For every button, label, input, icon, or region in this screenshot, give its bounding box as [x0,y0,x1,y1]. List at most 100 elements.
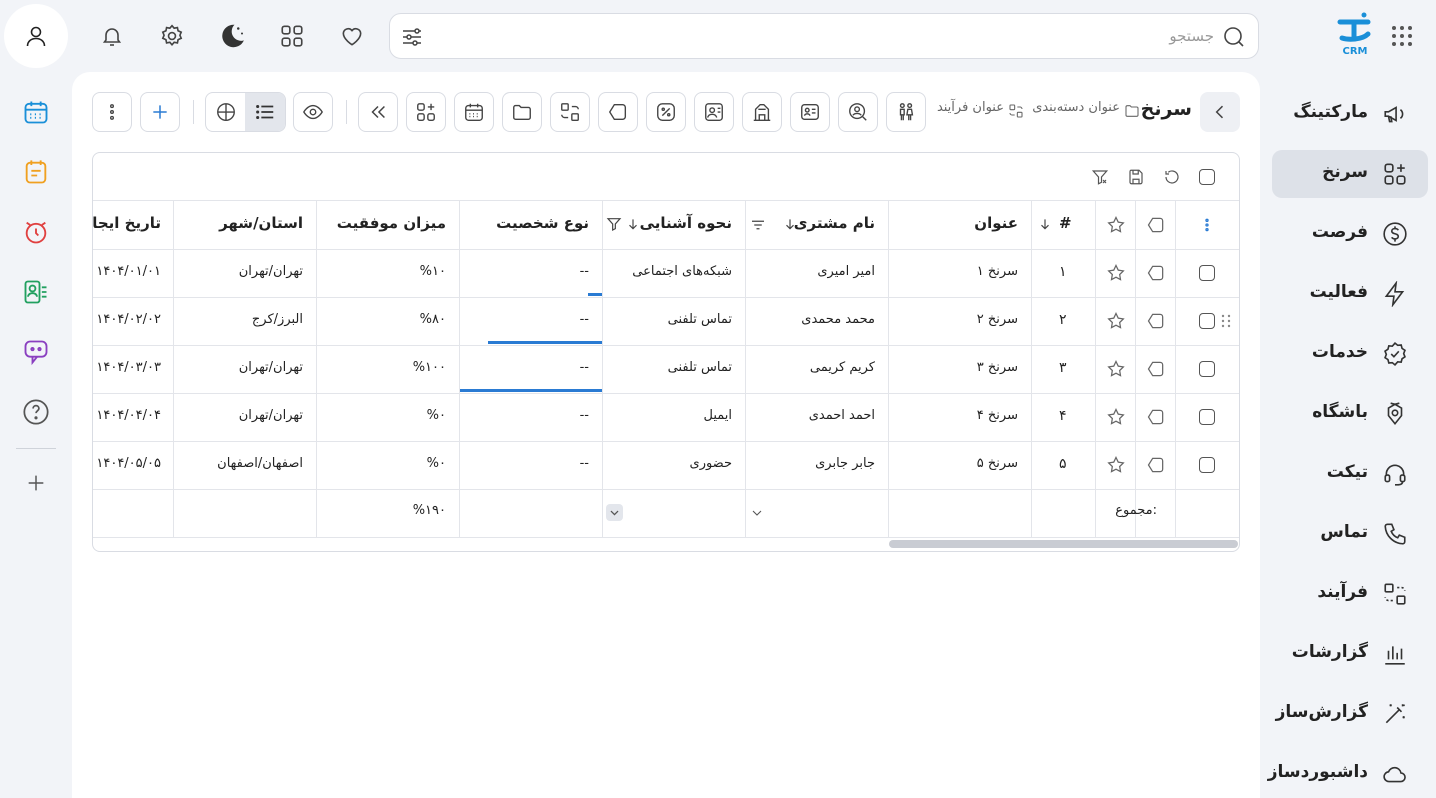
cell-customer[interactable]: جابر جابری [815,456,875,471]
people-icon [899,103,914,121]
add-lead-button[interactable] [140,92,180,132]
headset-icon [1384,464,1406,486]
expand-toolbar-button[interactable] [358,92,398,132]
sidebar-item-7[interactable]: تماس [1272,510,1428,558]
cell-customer[interactable]: امیر امیری [817,264,875,279]
more-options-button[interactable] [92,92,132,132]
tag-header-icon[interactable] [1146,215,1166,235]
refresh-icon[interactable] [1163,168,1181,186]
chevron-down-icon[interactable] [749,505,765,521]
folder-button[interactable] [502,92,542,132]
user-list-button[interactable] [694,92,734,132]
aggregate-dropdown[interactable] [606,504,623,521]
heart-icon[interactable] [338,22,366,50]
sidebar-item-10[interactable]: گزارش‌ساز [1272,690,1428,738]
filter-lines-icon[interactable] [749,216,767,234]
tag-button[interactable] [598,92,638,132]
theme-toggle-moon-icon[interactable] [216,20,248,52]
clear-filter-icon[interactable] [1091,168,1109,186]
filter-funnel-icon[interactable] [606,216,622,232]
cell-title[interactable]: سرنخ ۵ [977,456,1018,471]
bell-icon[interactable] [98,22,126,50]
row-checkbox[interactable] [1199,361,1215,377]
star-icon[interactable] [1106,263,1126,283]
tag-icon[interactable] [1146,311,1166,331]
tag-icon[interactable] [1146,455,1166,475]
sort-arrow-down-icon[interactable] [626,217,640,231]
star-icon[interactable] [1106,455,1126,475]
timer-icon[interactable] [22,218,50,246]
cell-customer[interactable]: کریم کریمی [810,360,875,375]
star-icon[interactable] [1106,359,1126,379]
row-checkbox[interactable] [1199,409,1215,425]
breadcrumb-process[interactable]: عنوان فرآیند [937,100,1004,115]
row-checkbox[interactable] [1199,265,1215,281]
column-header-type[interactable]: نوع شخصیت [496,214,589,232]
filter-sliders-icon[interactable] [400,25,424,49]
percent-badge-icon [657,103,675,121]
column-header-number[interactable]: # [1059,214,1072,232]
sidebar-item-3[interactable]: فعالیت [1272,270,1428,318]
contacts-sheet-icon[interactable] [22,278,50,306]
sidebar-item-8[interactable]: فرآیند [1272,570,1428,618]
discount-button[interactable] [646,92,686,132]
column-menu-icon[interactable] [1199,216,1215,234]
star-icon[interactable] [1106,407,1126,427]
select-all-checkbox[interactable] [1199,169,1215,185]
cell-title[interactable]: سرنخ ۱ [977,264,1018,279]
search-person-button[interactable] [838,92,878,132]
cell-title[interactable]: سرنخ ۴ [977,408,1018,423]
grid-view-button[interactable] [206,93,245,131]
visibility-button[interactable] [293,92,333,132]
apps-grid-icon[interactable] [278,22,306,50]
sidebar-item-1[interactable]: سرنخ [1272,150,1428,198]
gear-icon[interactable] [158,22,186,50]
breadcrumb-category[interactable]: عنوان دسته‌بندی [1032,100,1120,115]
app-launcher-icon[interactable] [1388,22,1416,50]
workflow-button[interactable] [550,92,590,132]
search-bar[interactable]: جستجو [389,13,1259,59]
sort-arrow-down-icon[interactable] [783,217,797,231]
add-shortcut-icon[interactable] [25,472,47,494]
sidebar-item-4[interactable]: خدمات [1272,330,1428,378]
tag-icon[interactable] [1146,407,1166,427]
tag-icon[interactable] [1146,359,1166,379]
help-icon[interactable] [22,398,50,426]
sidebar-item-0[interactable]: مارکتینگ [1272,90,1428,138]
cell-customer[interactable]: محمد محمدی [801,312,875,327]
sort-arrow-down-icon[interactable] [1038,217,1052,231]
star-icon[interactable] [1106,311,1126,331]
people-button[interactable] [886,92,926,132]
drag-handle-icon[interactable] [1220,314,1232,328]
sidebar-item-11[interactable]: داشبوردساز [1268,750,1428,798]
industry-button[interactable] [742,92,782,132]
sidebar-item-5[interactable]: باشگاه [1272,390,1428,438]
save-icon[interactable] [1127,168,1145,186]
add-widget-button[interactable] [406,92,446,132]
cell-title[interactable]: سرنخ ۳ [977,360,1018,375]
sidebar-item-6[interactable]: تیکت [1272,450,1428,498]
column-header-city[interactable]: استان/شهر [219,214,303,232]
list-view-button[interactable] [245,93,285,131]
row-checkbox[interactable] [1199,313,1215,329]
id-card-button[interactable] [790,92,830,132]
column-header-customer[interactable]: نام مشتری [794,214,875,232]
column-header-source[interactable]: نحوه آشنایی [640,214,732,232]
sidebar-item-2[interactable]: فرصت [1272,210,1428,258]
back-button[interactable] [1200,92,1240,132]
column-header-date[interactable]: تاریخ ایجاد [93,214,161,232]
sidebar-item-9[interactable]: گزارشات [1272,630,1428,678]
column-header-title[interactable]: عنوان [974,214,1018,232]
row-checkbox[interactable] [1199,457,1215,473]
calendar-view-button[interactable] [454,92,494,132]
column-header-success[interactable]: میزان موفقیت [337,214,446,232]
notes-icon[interactable] [22,158,50,186]
star-header-icon[interactable] [1106,215,1126,235]
user-avatar-button[interactable] [4,4,68,68]
cell-customer[interactable]: احمد احمدی [809,408,875,423]
calendar-icon[interactable] [22,98,50,126]
cell-title[interactable]: سرنخ ۲ [977,312,1018,327]
horizontal-scrollbar[interactable] [889,540,1238,548]
tag-icon[interactable] [1146,263,1166,283]
chat-bot-icon[interactable] [22,338,50,366]
